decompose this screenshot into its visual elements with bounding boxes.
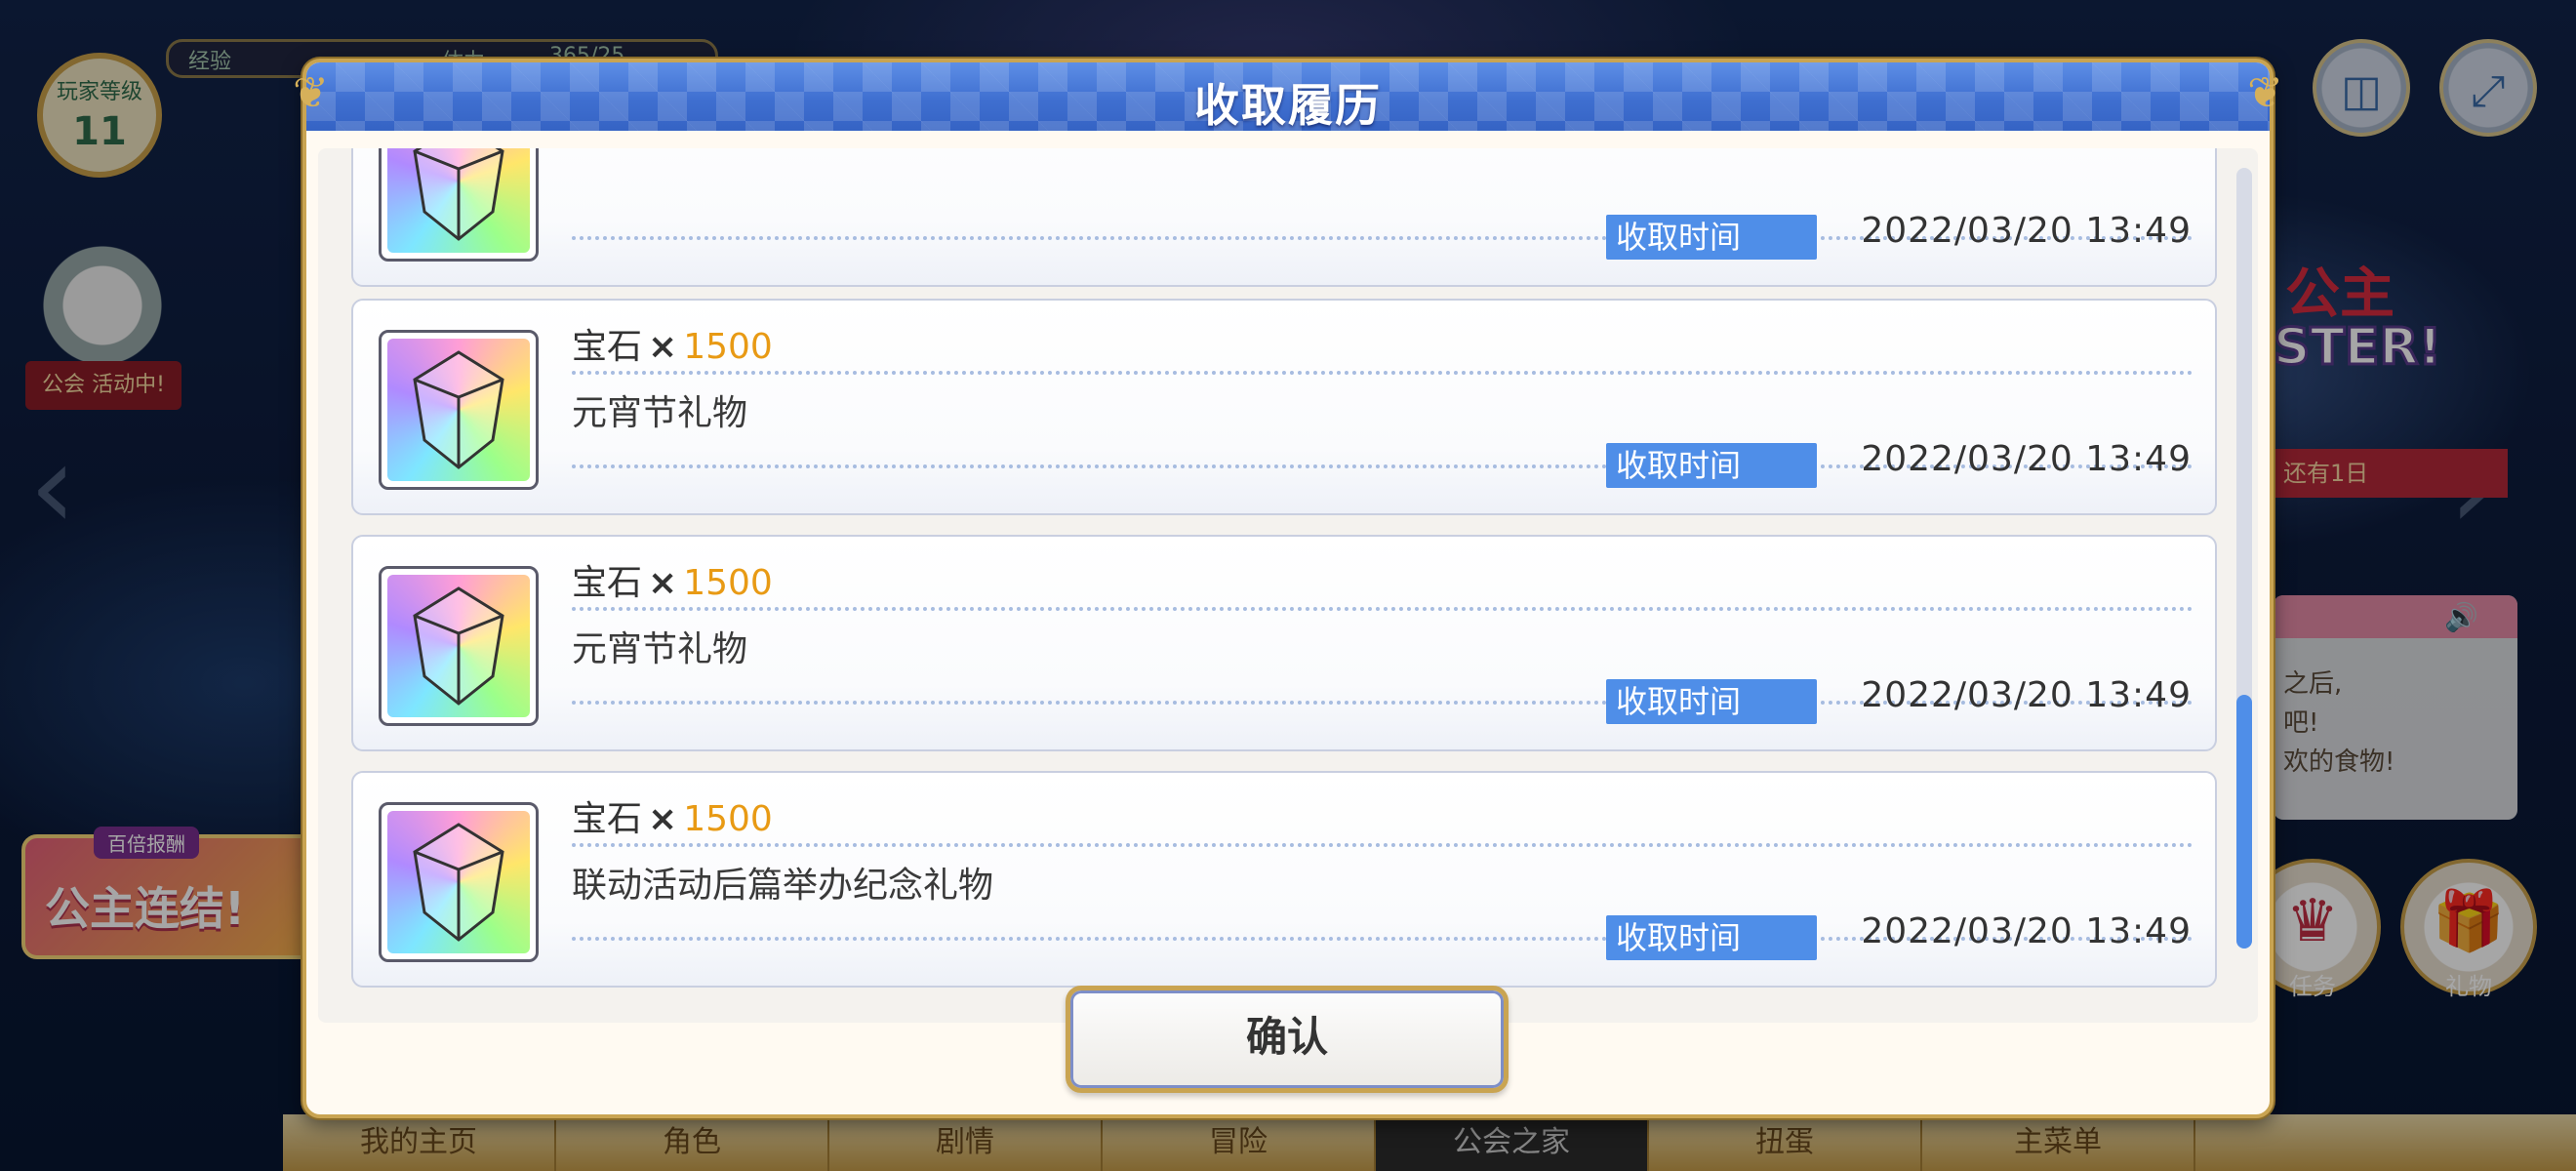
list-item: 宝石 × 1500 元宵节礼物 收取时间 2022/03/20 13:49 xyxy=(351,535,2217,751)
gem-item-icon xyxy=(379,802,539,962)
gem-icon xyxy=(413,823,504,942)
item-quantity: 1500 xyxy=(683,327,773,367)
item-type: 宝石 xyxy=(572,799,643,839)
receive-time-label: 收取时间 xyxy=(1606,679,1817,724)
receive-history-dialog: 收取履历 ❦ ❦ 收取时间 2022/03/20 13:49 宝石 × 1500… xyxy=(293,59,2283,1118)
divider xyxy=(572,607,2194,611)
list-item: 收取时间 2022/03/20 13:49 xyxy=(351,148,2217,287)
multiply-sign: × xyxy=(648,563,678,603)
multiply-sign: × xyxy=(648,799,678,839)
scrollbar-thumb[interactable] xyxy=(2236,695,2252,949)
gem-icon xyxy=(413,586,504,706)
item-quantity: 1500 xyxy=(683,563,773,603)
gem-icon xyxy=(413,148,504,241)
receive-time-label: 收取时间 xyxy=(1606,443,1817,488)
receive-time-value: 2022/03/20 13:49 xyxy=(1861,675,2192,715)
receive-time-value: 2022/03/20 13:49 xyxy=(1861,439,2192,479)
receive-time-label: 收取时间 xyxy=(1606,215,1817,260)
item-name: 宝石 × 1500 xyxy=(572,554,773,605)
item-name: 宝石 × 1500 xyxy=(572,790,773,841)
divider xyxy=(572,843,2194,847)
history-list[interactable]: 收取时间 2022/03/20 13:49 宝石 × 1500 元宵节礼物 收取… xyxy=(318,148,2258,1023)
list-item: 宝石 × 1500 元宵节礼物 收取时间 2022/03/20 13:49 xyxy=(351,299,2217,515)
gem-item-icon xyxy=(379,566,539,726)
gem-icon xyxy=(413,350,504,469)
item-quantity: 1500 xyxy=(683,799,773,839)
corner-ornament-icon: ❦ xyxy=(293,68,329,118)
gem-item-icon xyxy=(379,148,539,262)
item-description: 联动活动后篇举办纪念礼物 xyxy=(572,866,994,906)
multiply-sign: × xyxy=(648,327,678,367)
receive-time-value: 2022/03/20 13:49 xyxy=(1861,911,2192,951)
item-description: 元宵节礼物 xyxy=(572,393,748,433)
corner-ornament-icon: ❦ xyxy=(2247,68,2283,118)
confirm-button[interactable]: 确认 xyxy=(1066,986,1509,1093)
list-scrollbar[interactable] xyxy=(2236,168,2252,949)
item-name: 宝石 × 1500 xyxy=(572,318,773,369)
dialog-title: 收取履历 xyxy=(1194,79,1382,131)
gem-item-icon xyxy=(379,330,539,490)
list-item: 宝石 × 1500 联动活动后篇举办纪念礼物 收取时间 2022/03/20 13:… xyxy=(351,771,2217,988)
item-type: 宝石 xyxy=(572,327,643,367)
item-description: 元宵节礼物 xyxy=(572,629,748,669)
receive-time-value: 2022/03/20 13:49 xyxy=(1861,211,2192,251)
dialog-header: 收取履历 xyxy=(306,62,2270,131)
item-type: 宝石 xyxy=(572,563,643,603)
receive-time-label: 收取时间 xyxy=(1606,915,1817,960)
divider xyxy=(572,371,2194,375)
